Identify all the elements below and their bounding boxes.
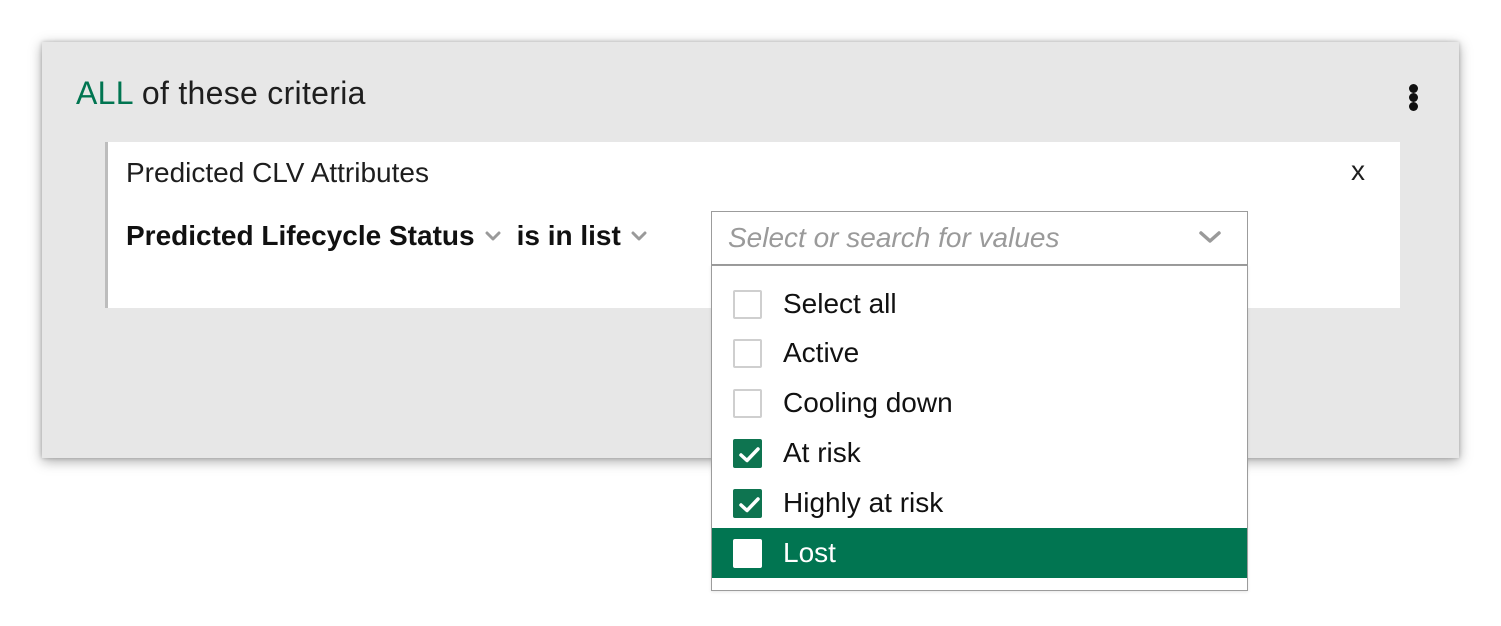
option-select-all[interactable]: Select all <box>712 279 1247 329</box>
attribute-selector[interactable]: Predicted Lifecycle Status <box>126 220 501 252</box>
operator-selector[interactable]: is in list <box>517 220 647 252</box>
criteria-group-title-text: of these criteria <box>132 75 366 111</box>
quantifier-selector[interactable]: ALL <box>76 75 133 111</box>
option-lost[interactable]: Lost <box>712 528 1247 578</box>
chevron-down-icon[interactable] <box>1198 230 1222 244</box>
checkbox-checked[interactable] <box>733 489 762 518</box>
option-cooling-down[interactable]: Cooling down <box>712 378 1247 428</box>
option-at-risk[interactable]: At risk <box>712 428 1247 478</box>
criterion-row: Predicted Lifecycle Status is in list <box>126 218 647 254</box>
checkbox[interactable] <box>733 539 762 568</box>
option-label: Highly at risk <box>783 487 944 518</box>
option-label: Select all <box>783 288 897 319</box>
checkmark-icon <box>739 447 760 463</box>
remove-criterion-button[interactable]: x <box>1351 154 1365 188</box>
option-label: At risk <box>783 437 861 468</box>
criterion-title: Predicted CLV Attributes <box>126 157 429 188</box>
value-select-placeholder: Select or search for values <box>728 222 1060 253</box>
checkbox-checked[interactable] <box>733 439 762 468</box>
checkbox[interactable] <box>733 389 762 418</box>
value-select-input[interactable]: Select or search for values <box>711 211 1248 265</box>
option-active[interactable]: Active <box>712 328 1247 378</box>
attribute-label: Predicted Lifecycle Status <box>126 220 475 251</box>
option-label: Lost <box>783 537 836 568</box>
more-vertical-icon[interactable] <box>1404 82 1424 112</box>
operator-label: is in list <box>516 220 621 251</box>
chevron-down-icon <box>485 231 501 241</box>
option-label: Cooling down <box>783 387 953 418</box>
value-options-dropdown: Select all Active Cooling down At risk H… <box>711 265 1248 591</box>
chevron-down-icon <box>631 231 647 241</box>
checkbox[interactable] <box>733 339 762 368</box>
criteria-group-title: ALL of these criteria <box>76 74 366 112</box>
option-highly-at-risk[interactable]: Highly at risk <box>712 478 1247 528</box>
checkbox[interactable] <box>733 290 762 319</box>
option-label: Active <box>783 337 860 368</box>
checkmark-icon <box>739 497 760 513</box>
